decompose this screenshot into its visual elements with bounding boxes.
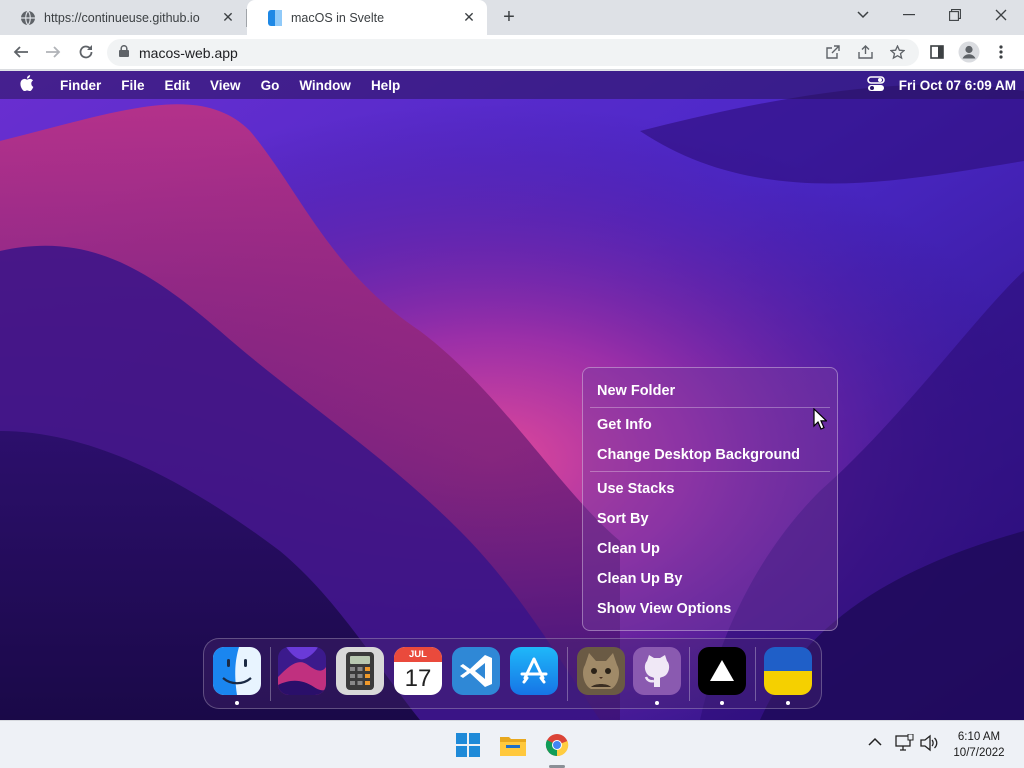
- app-store-icon[interactable]: [510, 647, 558, 695]
- menu-item-get-info[interactable]: Get Info: [590, 410, 830, 440]
- dock-divider: [689, 647, 690, 701]
- url-text: macos-web.app: [139, 44, 238, 61]
- windows-start-icon[interactable]: [454, 731, 482, 759]
- running-indicator: [235, 701, 239, 705]
- desktop-context-menu: New Folder Get Info Change Desktop Backg…: [582, 367, 838, 631]
- browser-tab-strip: https://continueuse.github.io ✕ macOS in…: [0, 0, 1024, 35]
- vscode-icon[interactable]: [452, 647, 500, 695]
- browser-tab-1[interactable]: https://continueuse.github.io ✕: [0, 0, 246, 35]
- menu-item-sort-by[interactable]: Sort By: [590, 504, 830, 534]
- macos-menu-bar: Finder File Edit View Go Window Help Fri…: [0, 71, 1024, 99]
- back-arrow-icon[interactable]: [8, 39, 34, 65]
- menu-go[interactable]: Go: [251, 78, 290, 93]
- file-explorer-icon[interactable]: [499, 731, 527, 759]
- running-indicator: [655, 701, 659, 705]
- share-icon[interactable]: [852, 39, 878, 65]
- wallpapers-icon[interactable]: [278, 647, 326, 695]
- bookmark-star-icon[interactable]: [884, 39, 910, 65]
- menu-bar-status-area: Fri Oct 07 6:09 AM: [866, 71, 1016, 99]
- tab-title: macOS in Svelte: [291, 10, 385, 25]
- control-center-icon[interactable]: [866, 75, 885, 95]
- menu-bar-clock[interactable]: Fri Oct 07 6:09 AM: [899, 78, 1016, 93]
- menu-item-new-folder[interactable]: New Folder: [590, 376, 830, 406]
- github-icon[interactable]: [633, 647, 681, 695]
- menu-app-name[interactable]: Finder: [50, 78, 111, 93]
- menu-window[interactable]: Window: [289, 78, 361, 93]
- clock-time: 6:10 AM: [957, 731, 1001, 743]
- chrome-icon[interactable]: [543, 731, 571, 759]
- menu-file[interactable]: File: [111, 78, 154, 93]
- dock-divider: [270, 647, 271, 701]
- browser-toolbar: macos-web.app: [0, 35, 1024, 70]
- profile-avatar-icon[interactable]: [956, 39, 982, 65]
- windows-taskbar: 6:10 AM 10/7/2022: [0, 720, 1024, 768]
- macos-desktop[interactable]: Finder File Edit View Go Window Help Fri…: [0, 71, 1024, 720]
- vercel-icon[interactable]: [698, 647, 746, 695]
- minimize-window-button[interactable]: [886, 0, 932, 30]
- forward-arrow-icon[interactable]: [40, 39, 66, 65]
- calendar-month: JUL: [394, 647, 442, 662]
- wallpaper: [0, 71, 1024, 720]
- lock-icon: [119, 44, 129, 62]
- browser-tab-2[interactable]: macOS in Svelte ✕: [247, 0, 487, 35]
- show-hidden-icons-chevron-icon[interactable]: [868, 735, 882, 750]
- restore-window-button[interactable]: [932, 0, 978, 30]
- calendar-icon[interactable]: JUL 17: [394, 647, 442, 695]
- mouse-pointer-icon: [813, 408, 827, 430]
- running-indicator: [786, 701, 790, 705]
- menu-item-show-view-options[interactable]: Show View Options: [590, 594, 830, 624]
- ukraine-flag-icon[interactable]: [764, 647, 812, 695]
- address-bar[interactable]: macos-web.app: [107, 39, 919, 66]
- tab-title: https://continueuse.github.io: [44, 10, 200, 25]
- calendar-day: 17: [404, 665, 432, 692]
- close-tab-icon[interactable]: ✕: [220, 9, 236, 26]
- dock-divider: [755, 647, 756, 701]
- finder-icon: [267, 9, 283, 26]
- menu-item-clean-up[interactable]: Clean Up: [590, 534, 830, 564]
- running-indicator: [720, 701, 724, 705]
- calculator-icon[interactable]: [336, 647, 384, 695]
- menu-separator: [590, 471, 830, 472]
- menu-item-clean-up-by[interactable]: Clean Up By: [590, 564, 830, 594]
- network-icon[interactable]: [894, 733, 914, 755]
- globe-icon: [20, 10, 36, 26]
- menu-edit[interactable]: Edit: [155, 78, 201, 93]
- reload-icon[interactable]: [73, 39, 99, 65]
- close-window-button[interactable]: [978, 0, 1024, 30]
- menu-help[interactable]: Help: [361, 78, 410, 93]
- close-tab-icon[interactable]: ✕: [461, 9, 477, 26]
- volume-icon[interactable]: [919, 734, 939, 755]
- menu-separator: [590, 407, 830, 408]
- dock-divider: [567, 647, 568, 701]
- open-external-icon[interactable]: [820, 39, 846, 65]
- side-panel-icon[interactable]: [924, 39, 950, 65]
- menu-view[interactable]: View: [200, 78, 251, 93]
- cat-icon[interactable]: [577, 647, 625, 695]
- kebab-menu-icon[interactable]: [988, 39, 1014, 65]
- apple-logo-icon[interactable]: [0, 74, 50, 96]
- menu-item-change-desktop-background[interactable]: Change Desktop Background: [590, 440, 830, 470]
- new-tab-button[interactable]: +: [498, 6, 520, 28]
- clock-date: 10/7/2022: [953, 747, 1005, 759]
- dock: JUL 17: [203, 638, 822, 709]
- finder-icon[interactable]: [213, 647, 261, 695]
- tab-search-chevron-icon[interactable]: [840, 0, 886, 30]
- system-clock[interactable]: 6:10 AM 10/7/2022: [944, 729, 1014, 761]
- menu-item-use-stacks[interactable]: Use Stacks: [590, 474, 830, 504]
